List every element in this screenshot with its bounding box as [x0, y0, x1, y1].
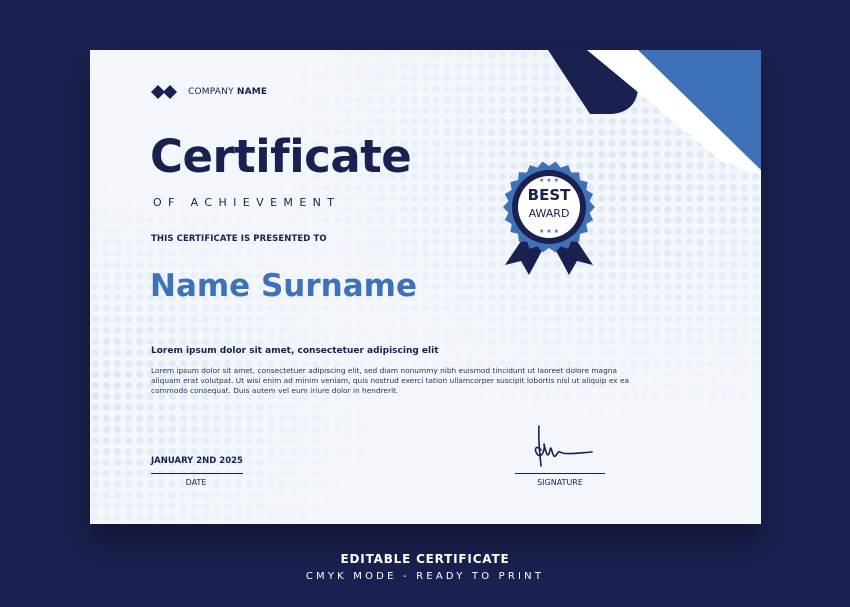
footer-subtitle: CMYK MODE - READY TO PRINT — [305, 571, 545, 582]
company-name-text: COMPANY NAME — [188, 87, 268, 97]
signature-line — [515, 473, 605, 474]
award-rosette-icon: BEST AWARD ★ ★ ★ ★ ★ ★ — [503, 161, 595, 275]
badge-line-2: AWARD — [529, 207, 570, 220]
badge-line-1: BEST — [528, 186, 571, 204]
date-line — [151, 473, 243, 474]
signature-label: SIGNATURE — [537, 478, 583, 487]
badge-stars-top: ★ ★ ★ — [539, 177, 559, 184]
footer-title: EDITABLE CERTIFICATE — [340, 552, 510, 566]
certificate-card: COMPANY NAME Certificate OF ACHIEVEMENT … — [90, 50, 761, 524]
double-diamond-logo-icon — [151, 85, 177, 99]
certificate-subtitle: OF ACHIEVEMENT — [153, 196, 341, 209]
certificate-title: Certificate — [150, 130, 412, 183]
company-logo: COMPANY NAME — [151, 83, 267, 101]
lead-text: Lorem ipsum dolor sit amet, consectetuer… — [151, 346, 439, 356]
date-label: DATE — [185, 478, 207, 487]
handwritten-signature — [534, 425, 593, 467]
badge-stars-bottom: ★ ★ ★ — [539, 228, 559, 235]
date-value: JANUARY 2ND 2025 — [151, 456, 243, 466]
recipient-name: Name Surname — [150, 268, 417, 304]
presented-to-label: THIS CERTIFICATE IS PRESENTED TO — [151, 234, 327, 244]
body-text: Lorem ipsum dolor sit amet, consectetuer… — [151, 366, 630, 395]
